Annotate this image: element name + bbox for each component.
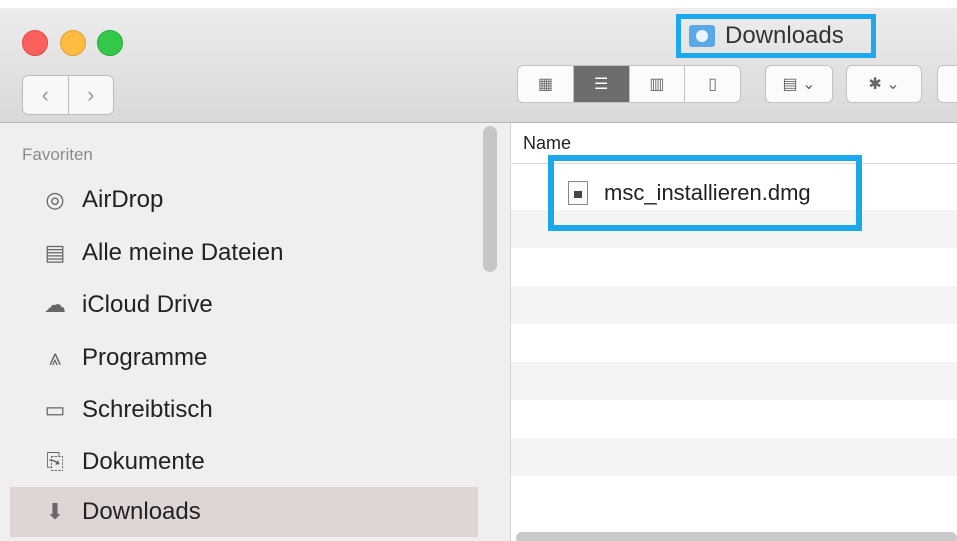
coverflow-view-button[interactable]: ▯ — [684, 66, 740, 102]
window-title-text: Downloads — [725, 22, 844, 49]
navigation-group: ‹ › — [22, 75, 114, 115]
horizontal-scrollbar[interactable] — [516, 532, 957, 541]
cloud-icon: ☁ — [44, 292, 66, 317]
sidebar-item-downloads[interactable]: ⬇ Downloads — [10, 487, 478, 537]
table-row — [511, 324, 957, 362]
all-files-icon: ▤ — [44, 240, 66, 265]
table-row — [511, 476, 957, 514]
sidebar-item-desktop[interactable]: ▭ Schreibtisch — [10, 385, 478, 435]
disk-image-icon — [568, 181, 588, 205]
table-row — [511, 286, 957, 324]
airdrop-icon: ◎ — [45, 187, 65, 212]
forward-button[interactable]: › — [67, 76, 114, 114]
sidebar-item-documents[interactable]: ⎘ Dokumente — [10, 437, 478, 487]
sidebar-item-icloud-drive[interactable]: ☁ iCloud Drive — [10, 280, 478, 330]
file-name: msc_installieren.dmg — [604, 180, 811, 205]
action-button[interactable]: ✱ ⌄ — [846, 65, 922, 103]
downloads-icon: ⬇ — [45, 499, 65, 524]
sidebar-item-all-files[interactable]: ▤ Alle meine Dateien — [10, 228, 478, 278]
arrange-button[interactable]: ▤ ⌄ — [765, 65, 833, 103]
close-button[interactable] — [22, 30, 48, 56]
column-header-label: Name — [523, 133, 572, 153]
top-strip — [0, 0, 957, 8]
sidebar-item-label: Programme — [82, 344, 208, 371]
sidebar-heading: Favoriten — [22, 145, 93, 164]
sidebar: Favoriten ◎ AirDrop ▤ Alle meine Dateien… — [0, 123, 510, 541]
finder-window: ‹ › Downloads ▦ ☰ ▥ ▯ ▤ ⌄ ✱ ⌄ Favoriten … — [0, 0, 957, 541]
icon-view-button[interactable]: ▦ — [518, 66, 573, 102]
downloads-folder-icon — [689, 25, 715, 47]
table-row — [511, 438, 957, 476]
documents-icon: ⎘ — [46, 449, 64, 474]
applications-icon: ⩓ — [48, 345, 62, 370]
sidebar-item-label: Schreibtisch — [82, 396, 213, 423]
file-item[interactable]: msc_installieren.dmg — [548, 155, 862, 231]
sidebar-item-label: AirDrop — [82, 186, 164, 213]
list-view-button[interactable]: ☰ — [572, 66, 629, 102]
sidebar-item-label: Downloads — [82, 498, 201, 525]
table-row — [511, 362, 957, 400]
desktop-icon: ▭ — [44, 397, 66, 422]
minimize-button[interactable] — [60, 30, 86, 56]
window-title: Downloads — [676, 14, 876, 58]
maximize-button[interactable] — [97, 30, 123, 56]
sidebar-item-airdrop[interactable]: ◎ AirDrop — [10, 175, 478, 225]
sidebar-item-label: Dokumente — [82, 448, 205, 475]
table-row — [511, 248, 957, 286]
sidebar-item-label: Alle meine Dateien — [82, 239, 284, 266]
share-button[interactable] — [937, 65, 957, 103]
back-button[interactable]: ‹ — [23, 76, 68, 114]
sidebar-item-applications[interactable]: ⩓ Programme — [10, 333, 478, 383]
sidebar-scrollbar[interactable] — [483, 126, 497, 272]
sidebar-item-label: iCloud Drive — [82, 291, 213, 318]
column-view-button[interactable]: ▥ — [628, 66, 685, 102]
table-row — [511, 400, 957, 438]
view-mode-segmented: ▦ ☰ ▥ ▯ — [517, 65, 741, 103]
